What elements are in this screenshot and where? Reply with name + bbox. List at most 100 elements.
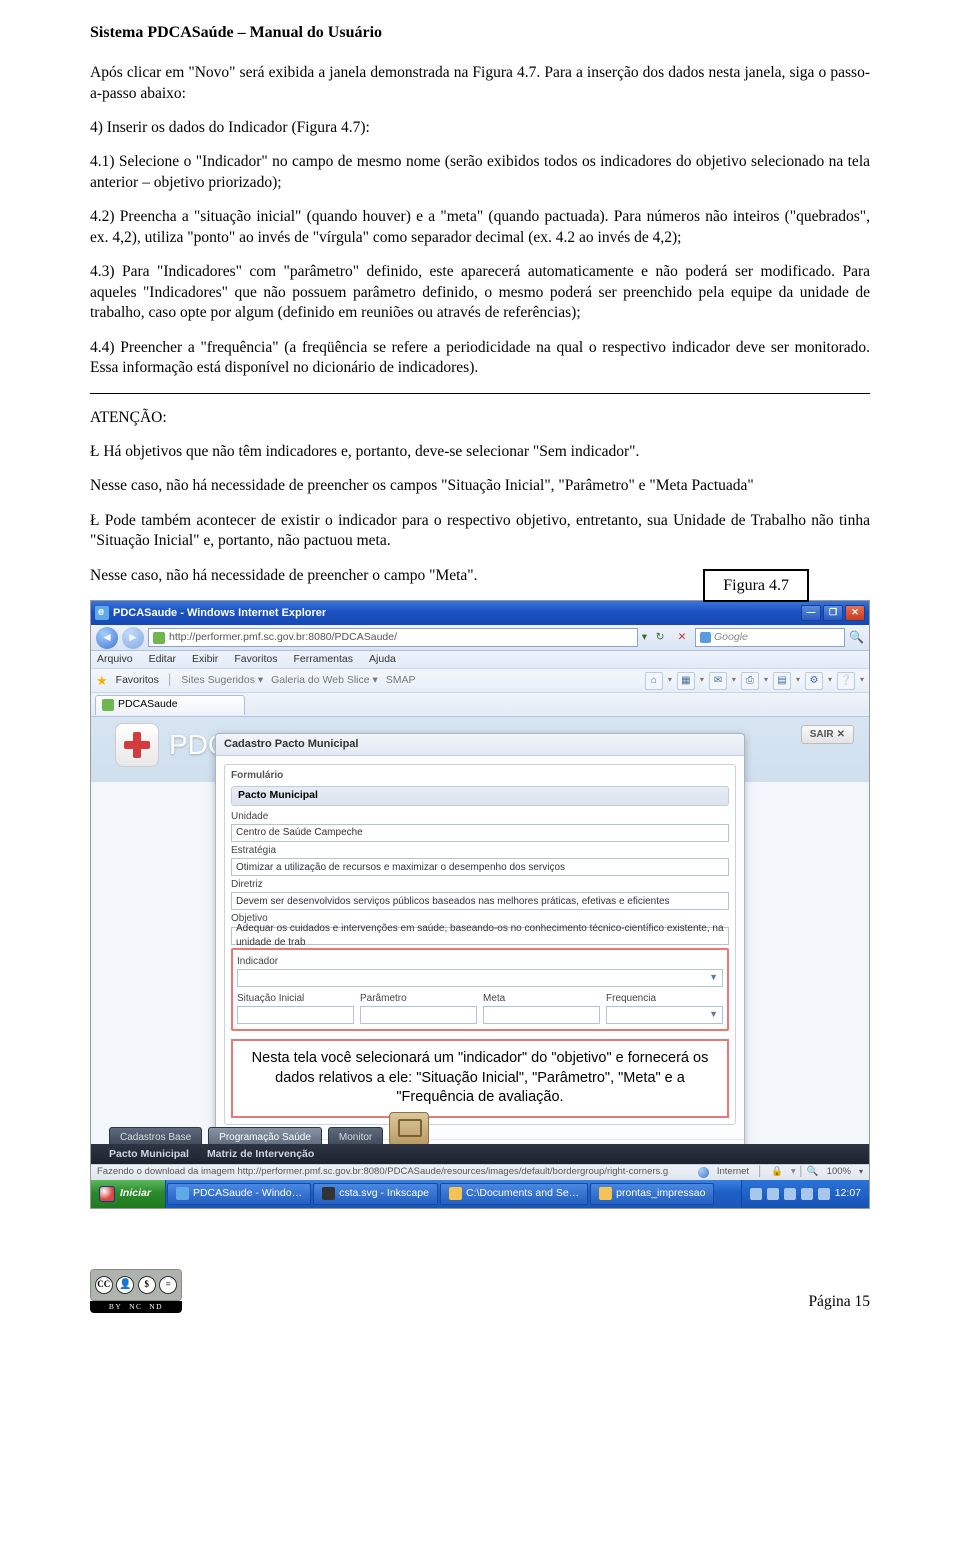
window-titlebar: PDCASaude - Windows Internet Explorer — …	[91, 601, 869, 625]
menu-favoritos[interactable]: Favoritos	[234, 653, 277, 667]
field-meta[interactable]	[483, 1006, 600, 1024]
darkbar-pacto[interactable]: Pacto Municipal	[109, 1148, 189, 1162]
field-parametro[interactable]	[360, 1006, 477, 1024]
task-explorer[interactable]: C:\Documents and Se…	[440, 1183, 588, 1205]
maximize-button[interactable]: ❐	[823, 605, 843, 621]
safety-button[interactable]: ⚙	[805, 672, 823, 690]
para-41: 4.1) Selecione o "Indicador" no campo de…	[90, 152, 870, 193]
windows-taskbar: Iniciar PDCASaude - Windo… csta.svg - In…	[91, 1180, 869, 1208]
chevron-down-icon: ▼	[709, 1009, 718, 1021]
site-lock-icon	[153, 632, 165, 644]
task-pdca[interactable]: PDCASaude - Windo…	[167, 1183, 311, 1205]
cc-badge: CC 👤 $ = BY NC ND	[90, 1269, 182, 1313]
page-button[interactable]: ▤	[773, 672, 791, 690]
figure-label: Figura 4.7	[703, 569, 809, 602]
address-bar-row: ◄ ► http://performer.pmf.sc.gov.br:8080/…	[91, 625, 869, 651]
tab-label: PDCASaude	[118, 698, 178, 712]
label-diretriz: Diretriz	[231, 878, 729, 891]
tray-icon	[784, 1188, 796, 1200]
search-button[interactable]: 🔍	[849, 629, 864, 646]
refresh-button[interactable]: ↻	[651, 629, 669, 647]
menu-bar: Arquivo Editar Exibir Favoritos Ferramen…	[91, 651, 869, 669]
dropdown-icon[interactable]: ▾	[642, 631, 647, 645]
label-situacao: Situação Inicial	[237, 992, 354, 1005]
nav-fwd-button[interactable]: ►	[122, 627, 144, 649]
field-situacao[interactable]	[237, 1006, 354, 1024]
field-estrategia[interactable]: Otimizar a utilização de recursos e maxi…	[231, 858, 729, 876]
field-indicador[interactable]: ▼	[237, 969, 723, 987]
chevron-down-icon: ▼	[709, 972, 718, 984]
tools-button[interactable]: ❔	[837, 672, 855, 690]
minimize-button[interactable]: —	[801, 605, 821, 621]
search-placeholder: Google	[714, 631, 748, 645]
tab-row: PDCASaude	[91, 693, 869, 717]
ie-icon	[95, 606, 109, 620]
modal-title: Cadastro Pacto Municipal	[216, 734, 744, 756]
tray-icon	[818, 1188, 830, 1200]
page-number: Página 15	[808, 1292, 870, 1312]
attention-label: ATENÇÃO:	[90, 408, 870, 428]
label-estrategia: Estratégia	[231, 844, 729, 857]
task-inkscape[interactable]: csta.svg - Inkscape	[313, 1183, 438, 1205]
system-tray[interactable]: 12:07	[741, 1180, 869, 1208]
home-button[interactable]: ⌂	[645, 672, 663, 690]
shelf-box-icon[interactable]	[389, 1112, 429, 1146]
favorites-label[interactable]: Favoritos	[116, 674, 159, 688]
search-input[interactable]: Google	[695, 628, 845, 647]
start-button[interactable]: Iniciar	[91, 1180, 166, 1208]
section-title: Pacto Municipal	[231, 786, 729, 806]
stop-button[interactable]: ✕	[673, 629, 691, 647]
address-input[interactable]: http://performer.pmf.sc.gov.br:8080/PDCA…	[148, 628, 638, 647]
browser-tab[interactable]: PDCASaude	[95, 695, 245, 715]
nav-back-button[interactable]: ◄	[96, 627, 118, 649]
mail-button[interactable]: ✉	[709, 672, 727, 690]
menu-editar[interactable]: Editar	[149, 653, 176, 667]
bottom-shelf: Cadastros Base Programação Saúde Monitor	[109, 1112, 429, 1146]
page-content: SAIR✕ PDCASaúde Cadastro Pacto Municipal…	[91, 717, 869, 1180]
menu-arquivo[interactable]: Arquivo	[97, 653, 133, 667]
close-icon: ✕	[837, 728, 845, 741]
favorites-bar: ★ Favoritos │ Sites Sugeridos ▾ Galeria …	[91, 669, 869, 693]
fav-item-2[interactable]: Galeria do Web Slice ▾	[271, 674, 378, 688]
para-b1-note: Nesse caso, não há necessidade de preenc…	[90, 476, 870, 496]
logout-button[interactable]: SAIR✕	[801, 725, 854, 744]
para-step4: 4) Inserir os dados do Indicador (Figura…	[90, 118, 870, 138]
field-frequencia[interactable]: ▼	[606, 1006, 723, 1024]
tab-favicon	[102, 699, 114, 711]
status-text: Fazendo o download da imagem http://perf…	[97, 1166, 668, 1179]
dark-nav-bar: Pacto Municipal Matriz de Intervenção	[91, 1144, 869, 1166]
menu-ajuda[interactable]: Ajuda	[369, 653, 396, 667]
search-engine-icon	[700, 632, 711, 643]
url-text: http://performer.pmf.sc.gov.br:8080/PDCA…	[169, 631, 397, 645]
label-parametro: Parâmetro	[360, 992, 477, 1005]
darkbar-matriz[interactable]: Matriz de Intervenção	[207, 1148, 314, 1162]
cc-label-row: BY NC ND	[90, 1301, 182, 1313]
close-button[interactable]: ✕	[845, 605, 865, 621]
page-footer: CC 👤 $ = BY NC ND Página 15	[90, 1269, 870, 1313]
globe-icon	[698, 1167, 709, 1178]
cc-icon: CC	[95, 1276, 113, 1294]
plus-icon	[115, 723, 159, 767]
label-unidade: Unidade	[231, 810, 729, 823]
fav-item-1[interactable]: Sites Sugeridos ▾	[181, 674, 263, 688]
field-diretriz[interactable]: Devem ser desenvolvidos serviços público…	[231, 892, 729, 910]
bullet-1: Ł Há objetivos que não têm indicadores e…	[90, 442, 870, 462]
task-prontas[interactable]: prontas_impressao	[590, 1183, 714, 1205]
feeds-button[interactable]: ▦	[677, 672, 695, 690]
field-objetivo[interactable]: Adequar os cuidados e intervenções em sa…	[231, 927, 729, 945]
tray-icon	[767, 1188, 779, 1200]
callout-note: Nesta tela você selecionará um "indicado…	[231, 1039, 729, 1118]
nd-icon: =	[159, 1276, 177, 1294]
tray-icon	[801, 1188, 813, 1200]
ie-status-bar: Fazendo o download da imagem http://perf…	[91, 1164, 869, 1180]
favorites-star-icon[interactable]: ★	[96, 672, 108, 689]
zoom-level[interactable]: 100%	[827, 1166, 851, 1179]
field-unidade[interactable]: Centro de Saúde Campeche	[231, 824, 729, 842]
fav-item-3[interactable]: SMAP	[386, 674, 416, 688]
taskbar-clock: 12:07	[835, 1187, 861, 1201]
menu-exibir[interactable]: Exibir	[192, 653, 218, 667]
by-icon: 👤	[116, 1276, 134, 1294]
menu-ferramentas[interactable]: Ferramentas	[294, 653, 354, 667]
nc-icon: $	[138, 1276, 156, 1294]
print-button[interactable]: ⎙	[741, 672, 759, 690]
